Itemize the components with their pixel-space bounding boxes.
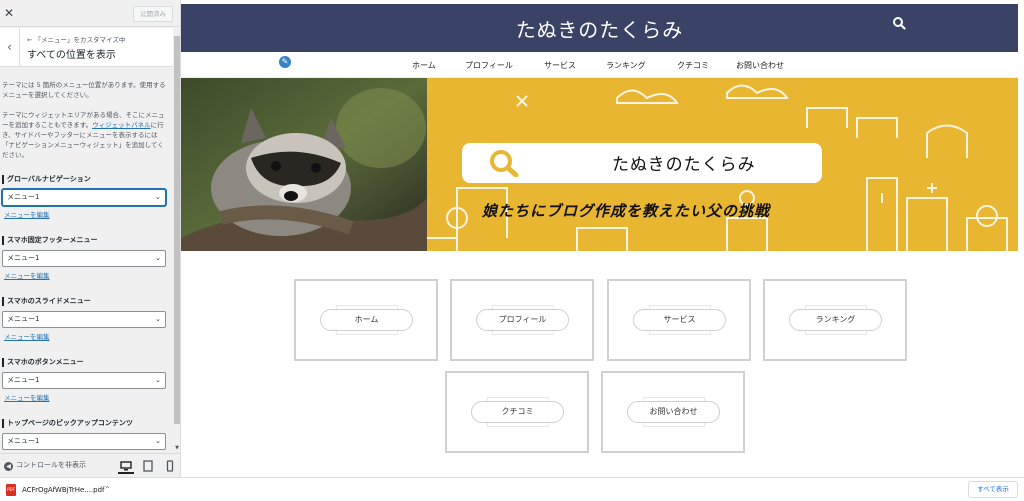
chevron-down-icon: ⌄ bbox=[155, 193, 161, 201]
pickup-card-ranking[interactable]: ランキング bbox=[763, 279, 907, 361]
search-icon[interactable] bbox=[892, 16, 906, 30]
raccoon-photo bbox=[181, 78, 427, 251]
sidebar-footer: ◀ コントロールを非表示 bbox=[0, 453, 180, 477]
download-item[interactable]: PDF ACFrOgAfWBjTrHe....pdf bbox=[6, 482, 105, 498]
sidebar-content: テーマには 5 箇所のメニュー位置があります。使用するメニューを選択してください… bbox=[0, 68, 173, 453]
pickup-card-label: お問い合わせ bbox=[627, 401, 720, 423]
edit-menu-link[interactable]: メニューを編集 bbox=[4, 270, 50, 280]
location-label-pickup: トップページのピックアップコンテンツ bbox=[2, 419, 133, 428]
site-preview: たぬきのたくらみ ホーム プロフィール サービス ランキング クチコミ お問い合… bbox=[181, 0, 1024, 477]
pickup-card-reviews[interactable]: クチコミ bbox=[445, 371, 589, 453]
nav-item-profile[interactable]: プロフィール bbox=[465, 60, 513, 71]
customizer-sidebar: ✕ 公開済み ‹ ← 「メニュー」をカスタマイズ中 すべての位置を表示 テーマに… bbox=[0, 0, 181, 477]
chevron-down-icon: ⌄ bbox=[155, 254, 161, 262]
banner-illustration: たぬきのたくらみ 娘たちにブログ作成を教えたい父の挑戦 bbox=[427, 78, 1018, 251]
hide-controls-button[interactable]: ◀ コントロールを非表示 bbox=[4, 460, 86, 471]
section-header: ‹ ← 「メニュー」をカスタマイズ中 すべての位置を表示 bbox=[0, 28, 180, 67]
site-header: たぬきのたくらみ bbox=[181, 4, 1018, 52]
back-button[interactable]: ‹ bbox=[0, 28, 20, 67]
sidebar-topbar: ✕ 公開済み bbox=[0, 0, 180, 27]
location-select-slide-menu[interactable]: メニュー1 ⌄ bbox=[2, 311, 166, 328]
banner-title: たぬきのたくらみ bbox=[612, 155, 756, 175]
nav-item-service[interactable]: サービス bbox=[544, 60, 576, 71]
scroll-down-arrow-icon[interactable]: ▼ bbox=[174, 445, 180, 453]
location-label-global-nav: グローバルナビゲーション bbox=[2, 175, 91, 184]
pickup-card-label: ランキング bbox=[789, 309, 882, 331]
banner-search-box: たぬきのたくらみ bbox=[462, 143, 822, 183]
edit-shortcut-pencil-icon[interactable]: ✎ bbox=[278, 55, 292, 69]
sidebar-scrollbar[interactable]: ▼ bbox=[173, 28, 180, 453]
pickup-card-label: ホーム bbox=[320, 309, 413, 331]
pickup-card-label: サービス bbox=[633, 309, 726, 331]
publish-button[interactable]: 公開済み bbox=[133, 6, 173, 22]
pdf-file-icon: PDF bbox=[6, 484, 16, 496]
mobile-preview-icon[interactable] bbox=[162, 458, 178, 474]
select-value: メニュー1 bbox=[7, 315, 40, 323]
locations-description: テーマには 5 箇所のメニュー位置があります。使用するメニューを選択してください… bbox=[2, 81, 166, 99]
nav-item-reviews[interactable]: クチコミ bbox=[677, 60, 709, 71]
desktop-preview-icon[interactable] bbox=[118, 458, 134, 474]
banner-subtitle: 娘たちにブログ作成を教えたい父の挑戦 bbox=[482, 202, 771, 220]
collapse-arrow-icon: ◀ bbox=[4, 462, 13, 471]
scroll-thumb[interactable] bbox=[174, 36, 180, 424]
location-select-global-nav[interactable]: メニュー1 ⌄ bbox=[2, 189, 166, 206]
pickup-card-profile[interactable]: プロフィール bbox=[450, 279, 594, 361]
nav-item-ranking[interactable]: ランキング bbox=[606, 60, 646, 71]
chevron-down-icon: ⌄ bbox=[155, 437, 161, 445]
select-value: メニュー1 bbox=[7, 437, 40, 445]
tablet-preview-icon[interactable] bbox=[140, 458, 156, 474]
nav-item-contact[interactable]: お問い合わせ bbox=[736, 60, 784, 71]
breadcrumb: ← 「メニュー」をカスタマイズ中 bbox=[27, 36, 126, 44]
location-select-footer-menu[interactable]: メニュー1 ⌄ bbox=[2, 250, 166, 267]
chevron-up-icon[interactable]: ⌃ bbox=[104, 482, 111, 498]
location-label-footer-menu: スマホ固定フッターメニュー bbox=[2, 236, 98, 245]
widget-panel-link[interactable]: ウィジェットパネル bbox=[92, 121, 151, 129]
download-filename: ACFrOgAfWBjTrHe....pdf bbox=[22, 486, 105, 494]
close-customizer-button[interactable]: ✕ bbox=[0, 0, 18, 27]
pickup-card-home[interactable]: ホーム bbox=[294, 279, 438, 361]
nav-item-home[interactable]: ホーム bbox=[412, 60, 436, 71]
download-bar: PDF ACFrOgAfWBjTrHe....pdf ⌃ すべて表示 bbox=[0, 477, 1024, 501]
edit-menu-link[interactable]: メニューを編集 bbox=[4, 209, 50, 219]
section-title: すべての位置を表示 bbox=[27, 50, 116, 61]
location-select-button-menu[interactable]: メニュー1 ⌄ bbox=[2, 372, 166, 389]
widget-description: テーマにウィジェットエリアがある場合、そこにメニューを追加することもできます。ウ… bbox=[2, 110, 170, 160]
chevron-down-icon: ⌄ bbox=[155, 376, 161, 384]
hide-controls-label: コントロールを非表示 bbox=[16, 461, 86, 469]
pickup-card-contact[interactable]: お問い合わせ bbox=[601, 371, 745, 453]
location-label-button-menu: スマホのボタンメニュー bbox=[2, 358, 84, 367]
edit-menu-link[interactable]: メニューを編集 bbox=[4, 331, 50, 341]
select-value: メニュー1 bbox=[7, 193, 40, 201]
select-value: メニュー1 bbox=[7, 254, 40, 262]
pickup-card-label: プロフィール bbox=[476, 309, 569, 331]
pickup-card-label: クチコミ bbox=[471, 401, 564, 423]
global-nav: ホーム プロフィール サービス ランキング クチコミ お問い合わせ bbox=[181, 52, 1018, 78]
location-select-pickup[interactable]: メニュー1 ⌄ bbox=[2, 433, 166, 450]
edit-menu-link[interactable]: メニューを編集 bbox=[4, 392, 50, 402]
show-all-downloads-button[interactable]: すべて表示 bbox=[968, 481, 1018, 498]
magnifier-icon bbox=[490, 150, 519, 177]
header-banner: たぬきのたくらみ 娘たちにブログ作成を教えたい父の挑戦 bbox=[181, 78, 1018, 251]
select-value: メニュー1 bbox=[7, 376, 40, 384]
pickup-card-service[interactable]: サービス bbox=[607, 279, 751, 361]
location-label-slide-menu: スマホのスライドメニュー bbox=[2, 297, 91, 306]
chevron-down-icon: ⌄ bbox=[155, 315, 161, 323]
